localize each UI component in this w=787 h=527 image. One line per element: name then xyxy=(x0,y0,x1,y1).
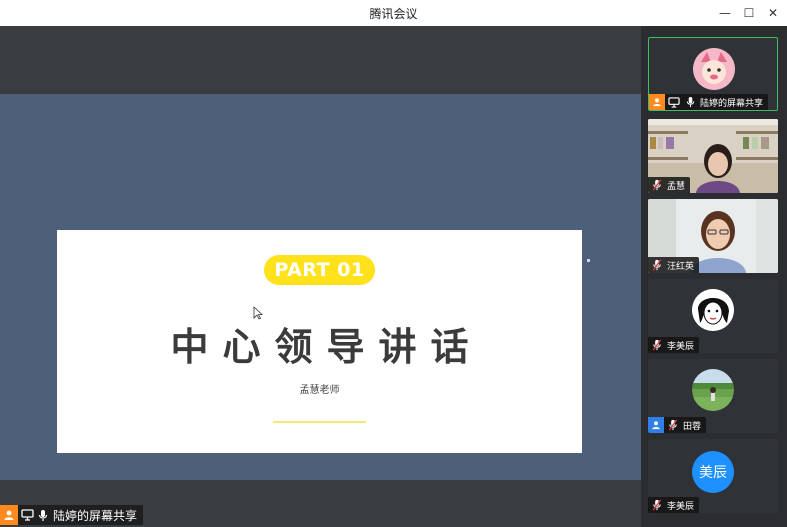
pointer-dot xyxy=(587,259,590,262)
participant-tile[interactable]: 田蓉 xyxy=(648,359,778,433)
slide-background: PART 01 中心领导讲话 孟慧老师 xyxy=(0,94,641,480)
mic-muted-icon xyxy=(650,257,664,273)
slide-divider xyxy=(273,421,366,423)
close-button[interactable]: ✕ xyxy=(762,3,784,23)
mic-icon xyxy=(36,508,50,522)
participant-name-tag: 李美辰 xyxy=(648,337,700,353)
minimize-button[interactable]: — xyxy=(714,3,736,23)
participant-name: 汪红英 xyxy=(667,261,695,272)
participant-panel: 陆婷的屏幕共享 孟慧 汪红英 李美辰 田蓉 美辰 李美辰 xyxy=(641,26,787,527)
person-icon xyxy=(648,417,664,433)
participant-name: 陆婷的屏幕共享 xyxy=(700,98,764,109)
mic-muted-icon xyxy=(666,417,680,433)
participant-name-tag: 李美辰 xyxy=(648,497,700,513)
participant-name: 李美辰 xyxy=(667,341,695,352)
screen-share-label-text: 陆婷的屏幕共享 xyxy=(53,508,138,523)
participant-name-tag: 汪红英 xyxy=(648,257,700,273)
photo-avatar-icon xyxy=(692,369,734,411)
shared-screen-stage: PART 01 中心领导讲话 孟慧老师 xyxy=(0,26,641,527)
participant-name-tag: 陆婷的屏幕共享 xyxy=(649,94,769,110)
slide-title: 中心领导讲话 xyxy=(170,325,483,369)
participant-name-tag: 田蓉 xyxy=(648,417,707,433)
mouse-cursor-icon xyxy=(253,306,263,320)
maximize-button[interactable]: ☐ xyxy=(738,3,760,23)
text-avatar: 美辰 xyxy=(692,451,734,493)
mic-icon xyxy=(683,94,697,110)
slide-subtitle: 孟慧老师 xyxy=(299,385,340,396)
participant-tile[interactable]: 汪红英 xyxy=(648,199,778,273)
slide: PART 01 中心领导讲话 孟慧老师 xyxy=(57,230,582,453)
participant-tile[interactable]: 李美辰 xyxy=(648,279,778,353)
mic-muted-icon xyxy=(650,337,664,353)
participant-tile[interactable]: 陆婷的屏幕共享 xyxy=(648,37,778,111)
host-person-icon xyxy=(0,505,18,525)
participant-tile[interactable]: 孟慧 xyxy=(648,119,778,193)
title-bar: 腾讯会议 — ☐ ✕ xyxy=(0,0,787,26)
participant-name: 李美辰 xyxy=(667,501,695,512)
cartoon-avatar-icon xyxy=(693,48,735,90)
participant-tile[interactable]: 美辰 李美辰 xyxy=(648,439,778,513)
part-badge: PART 01 xyxy=(264,255,375,285)
avatar-text: 美辰 xyxy=(699,465,727,481)
panel-scrollbar[interactable] xyxy=(778,26,787,527)
host-person-icon xyxy=(649,94,665,110)
window-title: 腾讯会议 xyxy=(369,7,418,21)
mic-muted-icon xyxy=(650,177,664,193)
sketch-avatar-icon xyxy=(692,289,734,331)
participant-name: 田蓉 xyxy=(683,421,702,432)
participant-name: 孟慧 xyxy=(667,181,686,192)
screen-share-icon xyxy=(667,94,681,110)
participant-name-tag: 孟慧 xyxy=(648,177,691,193)
screen-share-label[interactable]: 陆婷的屏幕共享 xyxy=(0,505,144,525)
screen-share-icon xyxy=(20,508,34,522)
mic-muted-icon xyxy=(650,497,664,513)
